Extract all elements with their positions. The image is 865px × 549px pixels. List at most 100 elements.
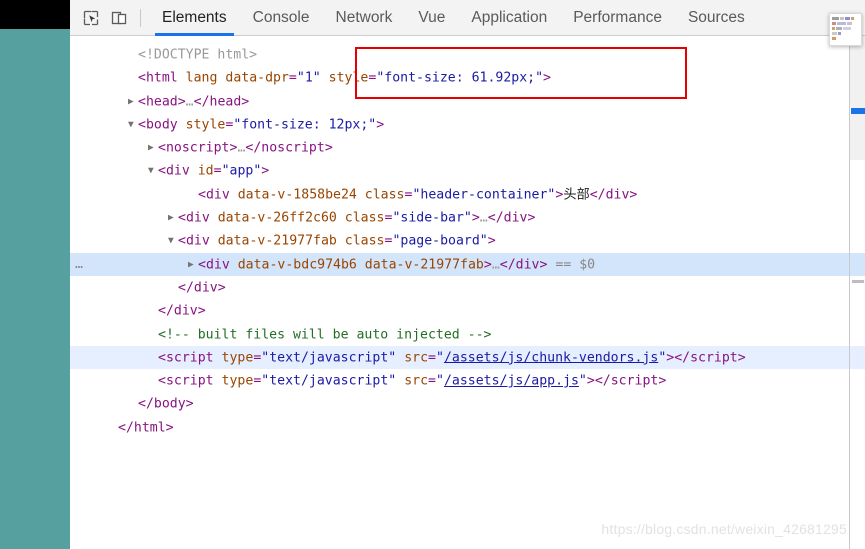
row-overflow-dots[interactable]: … [75,253,84,276]
tab-elements-label: Elements [162,8,227,26]
code-token: > [527,210,536,226]
tab-network[interactable]: Network [323,0,406,36]
dom-tree-row[interactable]: <!-- built files will be auto injected -… [70,323,865,346]
floating-preview-popup[interactable] [829,13,862,46]
dom-tree-row[interactable]: ▼ <div data-v-21977fab class="page-board"… [70,229,865,252]
scroll-marker[interactable] [852,280,864,283]
no-toggle-spacer [148,299,158,322]
code-token: > [261,163,270,179]
tab-vue[interactable]: Vue [405,0,458,36]
code-token: > [241,94,250,110]
code-token: noscript [165,140,230,156]
code-token: html [145,70,178,86]
code-token: div [165,163,190,179]
code-token: "app" [221,163,262,179]
code-token: " [578,373,587,389]
tab-elements[interactable]: Elements [149,0,240,36]
code-token: noscript [261,140,325,156]
code-token: < [158,350,166,366]
preview-segment [847,22,852,25]
chevron-right-icon[interactable]: ▶ [168,206,178,229]
chevron-right-icon[interactable]: ▶ [188,253,198,276]
preview-line [832,27,859,30]
dom-tree-row[interactable]: ▼ <div id="app"> [70,159,865,182]
code-token: div [515,257,540,273]
dom-tree-row[interactable]: … ▶ <div data-v-bdc974b6 data-v-21977fab>…… [70,252,865,276]
code-token: < [198,257,206,273]
code-token: " [435,373,444,389]
code-token: > [543,70,551,86]
preview-segment [837,22,846,25]
scroll-marker-active[interactable] [851,108,865,114]
scroll-track-top [850,36,865,108]
dom-tree-row[interactable]: <html lang data-dpr="1" style="font-size… [70,66,865,89]
device-toolbar-icon[interactable] [106,5,132,31]
code-token: </ [499,257,516,273]
code-token: > [197,303,206,319]
dom-tree-row[interactable]: </html> [70,416,865,439]
dom-tree-row[interactable]: ▶ <head>…</head> [70,90,865,113]
code-token: script [165,350,214,366]
code-token: "header-container" [412,187,556,203]
code-token: </ [158,303,174,319]
code-token: body [153,396,186,412]
dom-tree-row[interactable]: <script type="text/javascript" src="/ass… [70,345,865,370]
code-token: data-v-1858be24 [237,187,357,203]
code-token: div [193,280,218,296]
code-token: = [428,373,436,389]
dom-tree-row[interactable]: <!DOCTYPE html> [70,43,865,66]
no-toggle-spacer [108,416,118,439]
tab-performance[interactable]: Performance [560,0,675,36]
chevron-right-icon[interactable]: ▶ [148,136,158,159]
code-token: < [138,117,146,133]
dom-tree[interactable]: <!DOCTYPE html> <html lang data-dpr="1" … [70,36,865,549]
preview-line [832,37,859,40]
code-token: data-v-26ff2c60 [217,210,337,226]
dom-tree-row[interactable]: ▶ <noscript>…</noscript> [70,136,865,159]
dom-tree-row[interactable]: </div> [70,276,865,299]
tab-application[interactable]: Application [458,0,560,36]
chevron-down-icon[interactable]: ▼ [128,113,138,136]
dom-tree-row[interactable]: <div data-v-1858be24 class="header-conta… [70,183,865,206]
preview-segment [836,27,842,30]
code-token: "font-size: 12px;" [233,117,377,133]
dom-tree-row[interactable]: </body> [70,392,865,415]
code-token: </ [193,94,210,110]
dom-tree-row[interactable]: <script type="text/javascript" src="/ass… [70,369,865,392]
tab-console[interactable]: Console [240,0,323,36]
preview-segment [832,32,837,35]
dom-tree-row[interactable]: ▶ <div data-v-26ff2c60 class="side-bar">…… [70,206,865,229]
code-token: > [737,350,746,366]
code-token: body [145,117,178,133]
chevron-down-icon[interactable]: ▼ [148,159,158,182]
inspect-cursor-icon[interactable] [78,5,104,31]
code-token: "font-size: 61.92px;" [376,70,544,86]
code-token: </ [487,210,504,226]
code-token: </ [245,140,262,156]
code-token: "side-bar" [392,210,472,226]
code-token: div [605,187,630,203]
no-toggle-spacer [148,369,158,392]
source-link[interactable]: /assets/js/app.js [444,374,579,389]
chevron-right-icon[interactable]: ▶ [128,90,138,113]
preview-segment [843,27,851,30]
tab-sources[interactable]: Sources [675,0,758,36]
code-token: < [178,210,186,226]
dom-tree-row[interactable]: </div> [70,299,865,322]
panel-divider[interactable] [849,36,850,549]
devtools-panel: Elements Console Network Vue Application… [70,0,865,549]
tab-console-label: Console [252,8,310,26]
chevron-down-icon[interactable]: ▼ [168,229,178,252]
code-token: < [158,373,166,389]
dom-tree-row[interactable]: ▼ <body style="font-size: 12px;"> [70,113,865,136]
code-token: < [158,140,166,156]
code-token: class [344,210,385,226]
source-link[interactable]: /assets/js/chunk-vendors.js [444,350,658,365]
code-token: > [586,373,595,389]
no-toggle-spacer [148,346,158,369]
